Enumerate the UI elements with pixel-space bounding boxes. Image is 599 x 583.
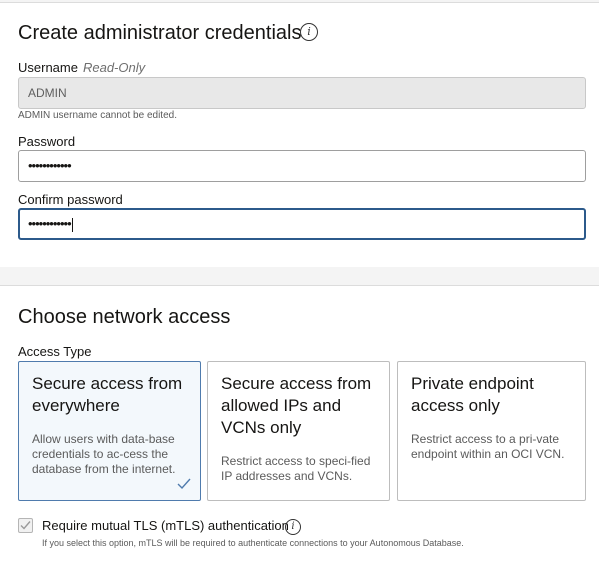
option-title: Private endpoint access only [411, 374, 534, 415]
option-desc: Restrict access to speci-fied IP address… [221, 454, 371, 483]
mtls-label: Require mutual TLS (mTLS) authentication [42, 518, 289, 533]
option-title: Secure access from allowed IPs and VCNs … [221, 374, 372, 437]
info-icon[interactable]: i [285, 519, 301, 535]
option-allowed-ips-card[interactable]: Secure access from allowed IPs and VCNs … [207, 361, 390, 501]
username-label: Username Read-Only [18, 60, 146, 75]
option-everywhere-card[interactable]: Secure access from everywhere Allow user… [18, 361, 201, 501]
password-value: •••••••••••• [28, 158, 72, 173]
confirm-password-field[interactable]: •••••••••••• [18, 208, 586, 240]
credentials-title: Create administrator credentials [18, 22, 302, 44]
username-field: ADMIN [18, 77, 586, 109]
option-desc: Restrict access to a pri-vate endpoint w… [411, 432, 565, 461]
password-field[interactable]: •••••••••••• [18, 150, 586, 182]
option-desc: Allow users with data-base credentials t… [32, 432, 176, 476]
password-label: Password [18, 134, 76, 149]
username-help: ADMIN username cannot be edited. [18, 110, 177, 121]
info-icon[interactable]: i [300, 23, 318, 41]
network-title: Choose network access [18, 306, 231, 328]
option-title: Secure access from everywhere [32, 374, 183, 415]
option-private-endpoint-card[interactable]: Private endpoint access only Restrict ac… [397, 361, 586, 501]
mtls-help: If you select this option, mTLS will be … [42, 538, 464, 548]
read-only-tag: Read-Only [82, 60, 146, 75]
checkmark-icon [177, 478, 191, 490]
confirm-password-label: Confirm password [18, 192, 123, 207]
network-section: Choose network access Access Type Secure… [0, 285, 599, 583]
access-type-label: Access Type [18, 344, 92, 359]
text-caret [71, 217, 73, 232]
credentials-section: Create administrator credentials i Usern… [0, 2, 599, 267]
checkbox-check-icon [20, 521, 31, 530]
mtls-checkbox[interactable] [18, 518, 33, 533]
confirm-password-value: •••••••••••• [28, 216, 72, 231]
